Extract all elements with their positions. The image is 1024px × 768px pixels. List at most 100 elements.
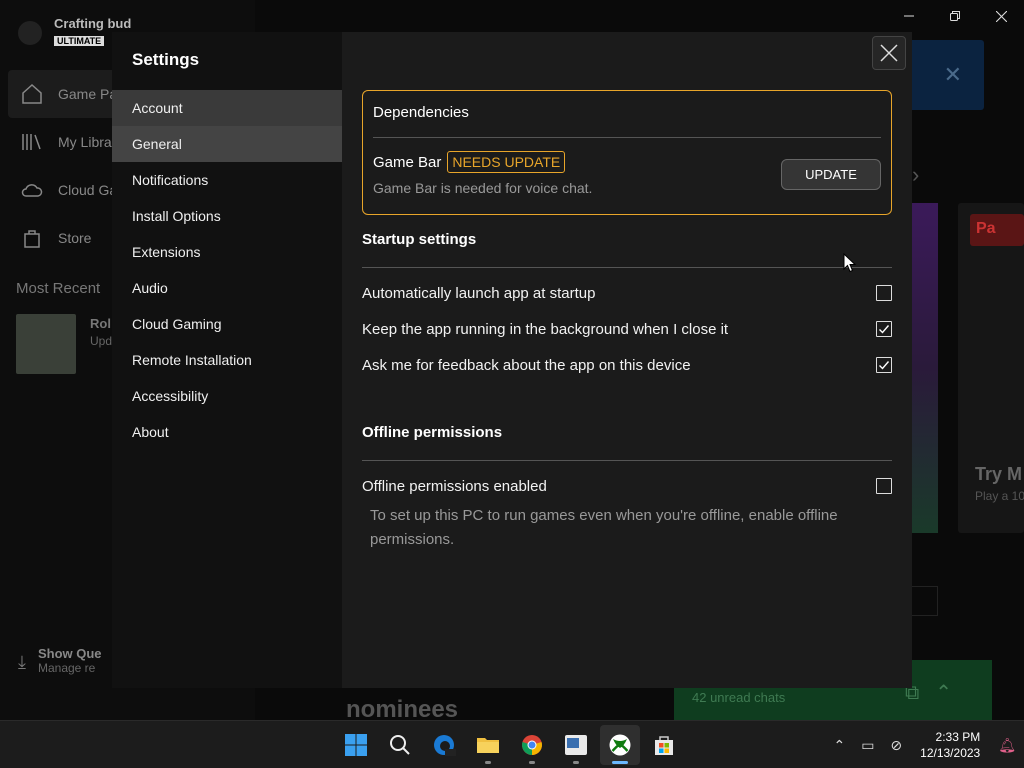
setting-run-background: Keep the app running in the background w… bbox=[362, 317, 892, 341]
setting-label: Offline permissions enabled bbox=[362, 477, 547, 495]
ultimate-badge: ULTIMATE bbox=[54, 36, 105, 46]
promo-title: Try M bbox=[975, 464, 1023, 484]
checkmark-icon bbox=[879, 325, 890, 334]
folder-icon bbox=[477, 738, 499, 753]
xbox-app-button[interactable] bbox=[600, 725, 640, 765]
xbox-icon bbox=[609, 734, 631, 756]
chrome-icon bbox=[522, 735, 542, 755]
close-icon[interactable]: ✕ bbox=[944, 62, 962, 88]
setting-label: Keep the app running in the background w… bbox=[362, 320, 729, 338]
close-icon bbox=[880, 44, 898, 62]
home-icon bbox=[22, 83, 42, 104]
settings-nav-install-options[interactable]: Install Options bbox=[112, 198, 342, 234]
show-queue[interactable]: ⤓ Show Que Manage re bbox=[18, 646, 102, 675]
promo-sub: Play a 10 bbox=[975, 489, 1024, 503]
start-button[interactable] bbox=[336, 725, 376, 765]
store-icon bbox=[655, 736, 673, 755]
running-indicator bbox=[485, 761, 491, 764]
running-indicator bbox=[573, 761, 579, 764]
dependencies-panel: Dependencies Game Bar NEEDS UPDATE Game … bbox=[362, 90, 892, 215]
game-bar-row: Game Bar NEEDS UPDATE bbox=[373, 151, 566, 173]
bg-nav-label: Cloud Ga bbox=[58, 182, 118, 198]
dependencies-title: Dependencies bbox=[373, 104, 469, 121]
most-recent-title: Most Recent bbox=[16, 280, 101, 297]
bg-nav-label: My Libra bbox=[58, 134, 112, 150]
running-indicator bbox=[612, 761, 628, 764]
notification-bell-icon[interactable]: 🔔︎ bbox=[990, 737, 1024, 754]
promo-badge: Pa bbox=[970, 214, 1024, 246]
settings-nav-extensions[interactable]: Extensions bbox=[112, 234, 342, 270]
clock[interactable]: 2:33 PM 12/13/2023 bbox=[910, 729, 990, 761]
recent-item-sub: Upd bbox=[90, 334, 113, 348]
restore-icon bbox=[950, 11, 960, 21]
edge-icon bbox=[434, 735, 456, 756]
setting-label: Ask me for feedback about the app on thi… bbox=[362, 356, 691, 374]
queue-title: Show Que bbox=[37, 646, 102, 661]
divider bbox=[362, 460, 892, 461]
file-explorer-button[interactable] bbox=[468, 725, 508, 765]
divider bbox=[362, 267, 892, 268]
app-icon bbox=[565, 735, 587, 755]
feedback-checkbox[interactable] bbox=[876, 357, 892, 373]
offline-permissions-title: Offline permissions bbox=[362, 424, 503, 441]
chrome-button[interactable] bbox=[512, 725, 552, 765]
promo-card[interactable] bbox=[912, 203, 938, 533]
chevron-up-icon[interactable]: ⌃ bbox=[825, 737, 853, 754]
game-thumbnail bbox=[16, 314, 76, 374]
settings-content: Dependencies Game Bar NEEDS UPDATE Game … bbox=[342, 32, 912, 688]
auto-launch-checkbox[interactable] bbox=[876, 285, 892, 301]
settings-nav-remote-installation[interactable]: Remote Installation bbox=[112, 342, 342, 378]
popout-icon[interactable]: ⧉⌃ bbox=[905, 680, 968, 705]
run-background-checkbox[interactable] bbox=[876, 321, 892, 337]
setting-feedback: Ask me for feedback about the app on thi… bbox=[362, 353, 892, 377]
settings-nav-cloud-gaming[interactable]: Cloud Gaming bbox=[112, 306, 342, 342]
recent-item[interactable]: Rol Upd bbox=[16, 314, 112, 374]
search-icon bbox=[390, 735, 410, 755]
library-icon bbox=[22, 134, 41, 150]
restore-button[interactable] bbox=[932, 0, 978, 32]
app-button[interactable] bbox=[556, 725, 596, 765]
bg-nav-label: Game Pa bbox=[58, 86, 118, 102]
window-controls bbox=[886, 0, 1024, 32]
display-icon[interactable]: ▭ bbox=[853, 737, 882, 754]
settings-nav-notifications[interactable]: Notifications bbox=[112, 162, 342, 198]
startup-settings-title: Startup settings bbox=[362, 231, 477, 248]
close-settings-button[interactable] bbox=[872, 36, 906, 70]
avatar bbox=[18, 20, 42, 45]
search-button[interactable] bbox=[380, 725, 420, 765]
offline-description: To set up this PC to run games even when… bbox=[370, 507, 838, 548]
needs-update-badge: NEEDS UPDATE bbox=[447, 151, 566, 173]
settings-nav-audio[interactable]: Audio bbox=[112, 270, 342, 306]
settings-title: Settings bbox=[132, 50, 200, 69]
queue-sub: Manage re bbox=[37, 661, 96, 675]
setting-label: Automatically launch app at startup bbox=[362, 284, 596, 302]
settings-nav-account[interactable]: Account bbox=[112, 90, 342, 126]
close-icon bbox=[995, 10, 1007, 22]
checkmark-icon bbox=[879, 361, 890, 370]
game-bar-label: Game Bar bbox=[373, 153, 442, 171]
running-indicator bbox=[529, 761, 535, 764]
store-icon bbox=[24, 230, 40, 248]
divider bbox=[373, 137, 881, 138]
minimize-icon bbox=[904, 15, 914, 17]
windows-start-icon bbox=[345, 734, 367, 756]
recent-item-title: Rol bbox=[90, 316, 111, 331]
settings-nav-accessibility[interactable]: Accessibility bbox=[112, 378, 342, 414]
taskbar: ⌃ ▭ ⊘ 2:33 PM 12/13/2023 🔔︎ bbox=[0, 720, 1024, 768]
bg-nav-label: Store bbox=[58, 230, 92, 246]
settings-sidebar: Settings Account General Notifications I… bbox=[112, 32, 342, 688]
unread-chats: 42 unread chats bbox=[692, 690, 786, 705]
edge-button[interactable] bbox=[424, 725, 464, 765]
settings-nav-about[interactable]: About bbox=[112, 414, 342, 450]
minimize-button[interactable] bbox=[886, 0, 932, 32]
offline-permissions-checkbox[interactable] bbox=[876, 478, 892, 494]
microsoft-store-button[interactable] bbox=[644, 725, 684, 765]
settings-dialog: Settings Account General Notifications I… bbox=[112, 32, 912, 688]
mouse-cursor-icon bbox=[843, 253, 857, 273]
setting-auto-launch: Automatically launch app at startup bbox=[362, 281, 892, 305]
chevron-right-icon[interactable]: › bbox=[912, 162, 919, 188]
settings-nav-general[interactable]: General bbox=[112, 126, 342, 162]
update-button[interactable]: UPDATE bbox=[781, 159, 881, 190]
close-window-button[interactable] bbox=[978, 0, 1024, 32]
network-icon[interactable]: ⊘ bbox=[882, 737, 910, 754]
